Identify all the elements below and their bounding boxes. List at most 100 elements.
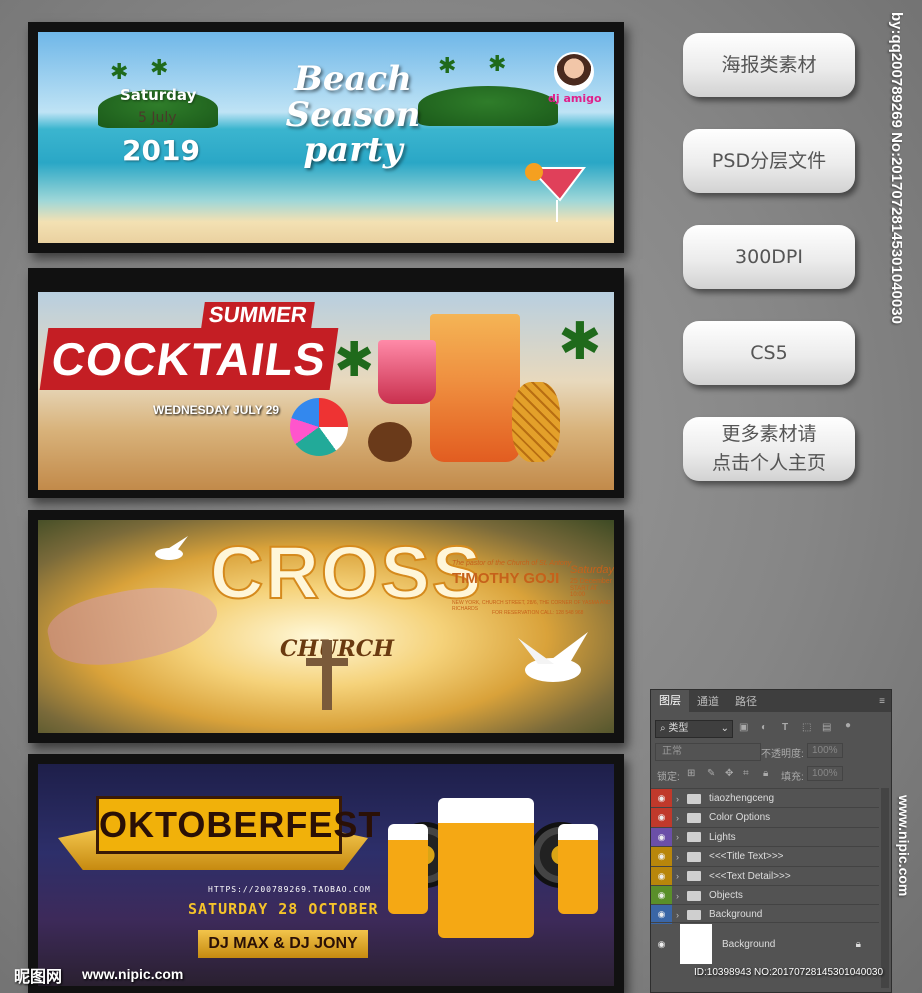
party-year: 2019 [122, 134, 200, 167]
layer-name: Background [709, 909, 763, 921]
chevron-right-icon[interactable]: › [676, 813, 679, 823]
filter-smart-icon[interactable]: ▤ [822, 722, 831, 733]
oktoberfest-banner: OKTOBERFEST HTTPS://200789269.TAOBAO.COM… [38, 764, 614, 986]
fill-value[interactable]: 100% [807, 766, 843, 781]
blend-mode-value: 正常 [662, 746, 682, 757]
palm-icon: ✱ [488, 52, 507, 77]
nipic-logo: 昵图网 [14, 969, 63, 986]
palm-icon: ✱ [438, 54, 457, 79]
lock-transparent-icon[interactable]: ⊞ [687, 768, 695, 779]
filter-shape-icon[interactable]: ⬚ [802, 722, 811, 733]
layer-name: Objects [709, 890, 743, 901]
layer-name: <<<Title Text>>> [709, 851, 784, 863]
layer-row[interactable]: ◉ › Objects [651, 885, 879, 905]
lock-move-icon[interactable]: ✥ [725, 768, 733, 779]
tab-paths[interactable]: 路径 [727, 693, 765, 709]
folder-icon [687, 871, 701, 882]
chevron-right-icon[interactable]: › [676, 910, 679, 920]
visibility-eye-icon[interactable]: ◉ [651, 866, 672, 886]
palm-icon: ✱ [334, 332, 375, 388]
visibility-eye-icon[interactable]: ◉ [651, 886, 672, 905]
cross-title: CROSS [209, 530, 484, 615]
layer-row[interactable]: ◉ › Lights [651, 826, 879, 847]
cross-shape [306, 658, 348, 666]
cross-church-banner: CROSS CHURCH The pastor of the Church of… [38, 520, 614, 733]
opacity-label: 不透明度: [761, 749, 804, 760]
pill-more-material: 更多素材请 点击个人主页 [683, 417, 855, 481]
lock-artboard-icon[interactable]: ⌗ [743, 768, 749, 779]
chevron-right-icon[interactable]: › [676, 832, 679, 842]
summer-label: SUMMER [201, 302, 315, 328]
chevron-right-icon[interactable]: › [676, 852, 679, 862]
layer-row[interactable]: ◉ › Color Options [651, 807, 879, 828]
service-day: Saturday [570, 564, 614, 576]
oktoberfest-title: OKTOBERFEST [96, 796, 380, 854]
layer-thumbnail [680, 924, 712, 964]
filter-pixel-icon[interactable]: ▣ [739, 722, 748, 733]
party-date: 5 July [138, 110, 177, 126]
pink-drink-glass [378, 340, 436, 404]
blend-mode-select[interactable]: 正常 [655, 743, 761, 761]
folder-icon [687, 890, 701, 901]
cocktails-date: WEDNESDAY JULY 29 [153, 403, 280, 417]
service-time: START AT 10:00 [570, 586, 598, 598]
folder-icon [687, 832, 701, 843]
hand-image [42, 573, 224, 677]
filter-toggle-icon[interactable]: ● [845, 720, 851, 731]
party-title: Beach Season party [268, 61, 438, 169]
chevron-right-icon[interactable]: › [676, 891, 679, 901]
layer-row[interactable]: ◉ › <<<Title Text>>> [651, 846, 879, 867]
layer-name: Lights [709, 831, 736, 843]
folder-icon [687, 851, 701, 862]
layer-name: Color Options [709, 812, 771, 824]
chevron-right-icon[interactable]: › [676, 794, 679, 804]
panel-menu-icon[interactable]: ≡ [879, 696, 885, 707]
visibility-eye-icon[interactable]: ◉ [651, 808, 672, 828]
pill-more-line: 点击个人主页 [711, 452, 826, 474]
visibility-eye-icon[interactable]: ◉ [651, 789, 672, 808]
beach-ball-icon [290, 398, 348, 456]
tab-channels[interactable]: 通道 [689, 693, 727, 709]
visibility-eye-icon[interactable]: ◉ [651, 827, 672, 847]
pastor-name: TIMOTHY GOJI [452, 570, 560, 587]
pill-poster-material: 海报类素材 [683, 33, 855, 97]
visibility-eye-icon[interactable]: ◉ [651, 935, 672, 954]
folder-icon [687, 793, 701, 804]
beer-mug [388, 824, 428, 914]
chevron-right-icon[interactable]: › [676, 871, 679, 881]
layer-row[interactable]: ◉ › <<<Text Detail>>> [651, 865, 879, 886]
filter-label: 类型 [668, 723, 689, 734]
visibility-eye-icon[interactable]: ◉ [651, 847, 672, 867]
chevron-down-icon: ⌄ [720, 723, 729, 734]
nipic-url: www.nipic.com [82, 966, 184, 982]
side-watermark-url: www.nipic.com [896, 795, 912, 897]
tab-layers[interactable]: 图层 [651, 690, 689, 712]
lock-icon: 🔒︎ [855, 938, 861, 950]
fill-label: 填充: [781, 772, 804, 783]
title-line: Season [285, 94, 421, 135]
beach-party-banner: ✱ ✱ ✱ ✱ Saturday 5 July 2019 Beach Seaso… [38, 32, 614, 243]
oktoberfest-url: HTTPS://200789269.TAOBAO.COM [208, 885, 371, 894]
layer-name: Background [722, 938, 776, 950]
filter-type-icon[interactable]: T [782, 722, 788, 733]
lock-paint-icon[interactable]: ✎ [707, 768, 715, 779]
filter-select[interactable]: ⌕ 类型 ⌄ [655, 720, 733, 738]
opacity-value[interactable]: 100% [807, 743, 843, 758]
layer-name: tiaozhengceng [709, 793, 775, 804]
dj-avatar [554, 52, 594, 92]
layer-row-background[interactable]: ◉ Background 🔒︎ [651, 922, 879, 965]
lock-label: 锁定: [657, 772, 680, 783]
layer-name: <<<Text Detail>>> [709, 870, 791, 882]
beer-mug [438, 798, 534, 938]
side-watermark: by:qq200789269 No:20170728145301040030 [888, 12, 905, 324]
dove-icon [518, 632, 588, 682]
pill-version: CS5 [683, 321, 855, 385]
layer-row[interactable]: ◉ › tiaozhengceng [651, 788, 879, 808]
pill-more-line: 更多素材请 [721, 423, 817, 445]
lock-all-icon[interactable]: 🔒︎ [763, 768, 768, 779]
pill-resolution: 300DPI [683, 225, 855, 289]
layers-scrollbar[interactable] [881, 788, 889, 988]
palm-icon: ✱ [558, 312, 602, 372]
oktoberfest-djs: DJ MAX & DJ JONY [198, 930, 368, 958]
filter-adjustment-icon[interactable]: ◐ [761, 722, 767, 733]
